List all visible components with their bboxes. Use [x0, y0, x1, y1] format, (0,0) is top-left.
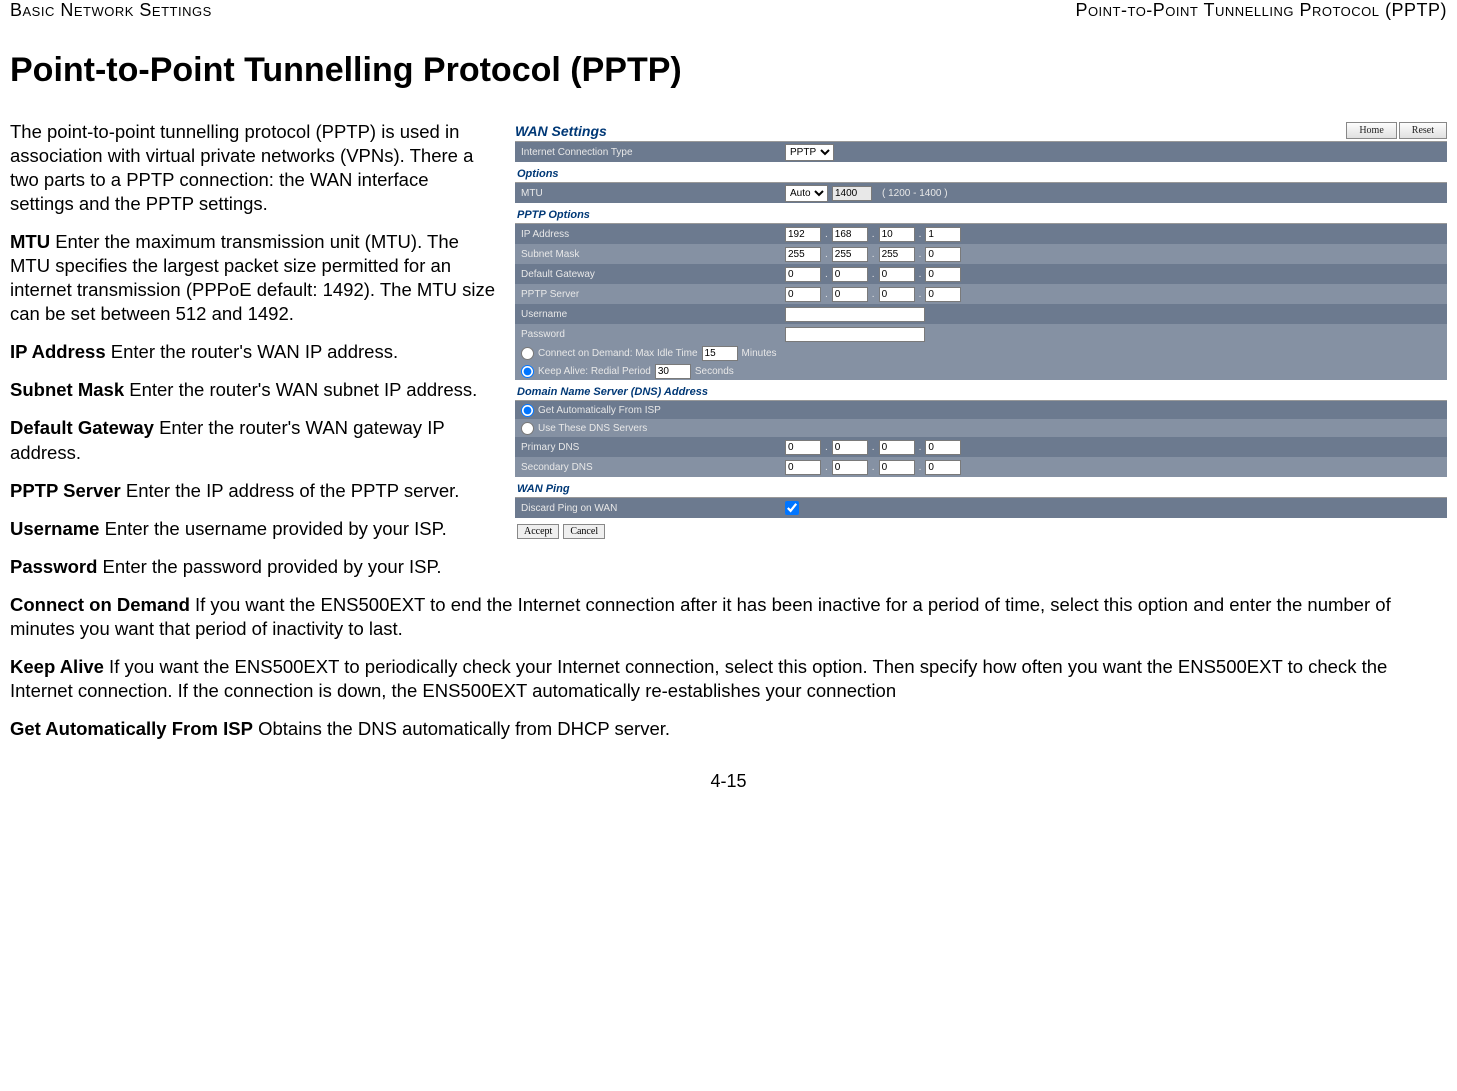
ip-field-2[interactable] [832, 227, 868, 242]
ss-ka-unit: Seconds [695, 366, 734, 377]
ss-ka-label: Keep Alive: Redial Period [538, 366, 651, 377]
mtu-desc: MTU Enter the maximum transmission unit … [10, 230, 495, 326]
getauto-label: Get Automatically From ISP [10, 718, 253, 739]
username-desc: Username Enter the username provided by … [10, 517, 495, 541]
ss-ict-label: Internet Connection Type [515, 147, 785, 158]
dns-use-radio[interactable] [521, 422, 534, 435]
ss-mtu-hint: ( 1200 - 1400 ) [876, 188, 948, 199]
pptpserver-label: PPTP Server [10, 480, 121, 501]
ss-pdns-label: Primary DNS [515, 442, 785, 453]
password-text: Enter the password provided by your ISP. [97, 556, 441, 577]
getauto-text: Obtains the DNS automatically from DHCP … [253, 718, 670, 739]
reset-button[interactable]: Reset [1399, 122, 1447, 139]
keepalive-label: Keep Alive [10, 656, 104, 677]
ss-dns-auto: Get Automatically From ISP [538, 405, 661, 416]
password-label: Password [10, 556, 97, 577]
ss-sdns-label: Secondary DNS [515, 462, 785, 473]
sdns-field-3[interactable] [879, 460, 915, 475]
pptpserver-desc: PPTP Server Enter the IP address of the … [10, 479, 495, 503]
cod-label: Connect on Demand [10, 594, 190, 615]
ka-radio[interactable] [521, 365, 534, 378]
ss-discard-label: Discard Ping on WAN [515, 503, 785, 514]
ss-options: Options [515, 162, 1447, 183]
pdns-field-3[interactable] [879, 440, 915, 455]
header-left: Basic Network Settings [10, 0, 212, 21]
ss-dns-title: Domain Name Server (DNS) Address [515, 380, 1447, 401]
ip-field-1[interactable] [785, 227, 821, 242]
ip-label: IP Address [10, 341, 106, 362]
username-field[interactable] [785, 307, 925, 322]
cod-value-input[interactable] [702, 346, 738, 361]
sdns-field-4[interactable] [925, 460, 961, 475]
ss-cod-unit: Minutes [742, 348, 777, 359]
ps-field-4[interactable] [925, 287, 961, 302]
getauto-desc: Get Automatically From ISP Obtains the D… [10, 717, 1447, 741]
ip-text: Enter the router's WAN IP address. [106, 341, 398, 362]
ss-pptp-options: PPTP Options [515, 203, 1447, 224]
dg-field-1[interactable] [785, 267, 821, 282]
screenshot-panel: WAN Settings Home Reset Internet Connect… [515, 120, 1447, 555]
cod-text: If you want the ENS500EXT to end the Int… [10, 594, 1391, 639]
header-right: Point-to-Point Tunnelling Protocol (PPTP… [1075, 0, 1447, 21]
sdns-field-2[interactable] [832, 460, 868, 475]
keepalive-desc: Keep Alive If you want the ENS500EXT to … [10, 655, 1447, 703]
gateway-desc: Default Gateway Enter the router's WAN g… [10, 416, 495, 464]
ss-wanping: WAN Ping [515, 477, 1447, 498]
pptpserver-text: Enter the IP address of the PPTP server. [121, 480, 460, 501]
pdns-field-1[interactable] [785, 440, 821, 455]
gateway-label: Default Gateway [10, 417, 154, 438]
mtu-label: MTU [10, 231, 50, 252]
mtu-text: Enter the maximum transmission unit (MTU… [10, 231, 495, 324]
ict-select[interactable]: PPTP [785, 144, 834, 161]
ss-ps-label: PPTP Server [515, 289, 785, 300]
sdns-field-1[interactable] [785, 460, 821, 475]
mtu-value-input[interactable] [832, 186, 872, 201]
ip-field-4[interactable] [925, 227, 961, 242]
cod-radio[interactable] [521, 347, 534, 360]
page-title: Point-to-Point Tunnelling Protocol (PPTP… [10, 51, 1447, 90]
ss-sm-label: Subnet Mask [515, 249, 785, 260]
ip-field-3[interactable] [879, 227, 915, 242]
mtu-mode-select[interactable]: Auto [785, 185, 828, 202]
pdns-field-4[interactable] [925, 440, 961, 455]
sm-field-4[interactable] [925, 247, 961, 262]
home-button[interactable]: Home [1346, 122, 1396, 139]
ps-field-2[interactable] [832, 287, 868, 302]
sm-field-3[interactable] [879, 247, 915, 262]
subnet-text: Enter the router's WAN subnet IP address… [124, 379, 477, 400]
ss-dg-label: Default Gateway [515, 269, 785, 280]
dg-field-2[interactable] [832, 267, 868, 282]
username-label: Username [10, 518, 99, 539]
ps-field-1[interactable] [785, 287, 821, 302]
ss-pw-label: Password [515, 329, 785, 340]
dg-field-4[interactable] [925, 267, 961, 282]
ss-un-label: Username [515, 309, 785, 320]
ka-value-input[interactable] [655, 364, 691, 379]
page-number: 4-15 [10, 771, 1447, 792]
ss-wan-title: WAN Settings [515, 123, 607, 139]
pdns-field-2[interactable] [832, 440, 868, 455]
accept-button[interactable]: Accept [517, 524, 559, 539]
dg-field-3[interactable] [879, 267, 915, 282]
ss-dns-use: Use These DNS Servers [538, 423, 647, 434]
keepalive-text: If you want the ENS500EXT to periodicall… [10, 656, 1387, 701]
cancel-button[interactable]: Cancel [563, 524, 605, 539]
password-desc: Password Enter the password provided by … [10, 555, 1447, 579]
ps-field-3[interactable] [879, 287, 915, 302]
ss-ip-label: IP Address [515, 229, 785, 240]
sm-field-2[interactable] [832, 247, 868, 262]
username-text: Enter the username provided by your ISP. [99, 518, 446, 539]
discard-ping-checkbox[interactable] [785, 501, 799, 515]
sm-field-1[interactable] [785, 247, 821, 262]
intro-text: The point-to-point tunnelling protocol (… [10, 120, 495, 216]
subnet-desc: Subnet Mask Enter the router's WAN subne… [10, 378, 495, 402]
subnet-label: Subnet Mask [10, 379, 124, 400]
password-field[interactable] [785, 327, 925, 342]
ss-mtu-label: MTU [515, 188, 785, 199]
cod-desc: Connect on Demand If you want the ENS500… [10, 593, 1447, 641]
ss-cod-label: Connect on Demand: Max Idle Time [538, 348, 698, 359]
ip-desc: IP Address Enter the router's WAN IP add… [10, 340, 495, 364]
dns-auto-radio[interactable] [521, 404, 534, 417]
